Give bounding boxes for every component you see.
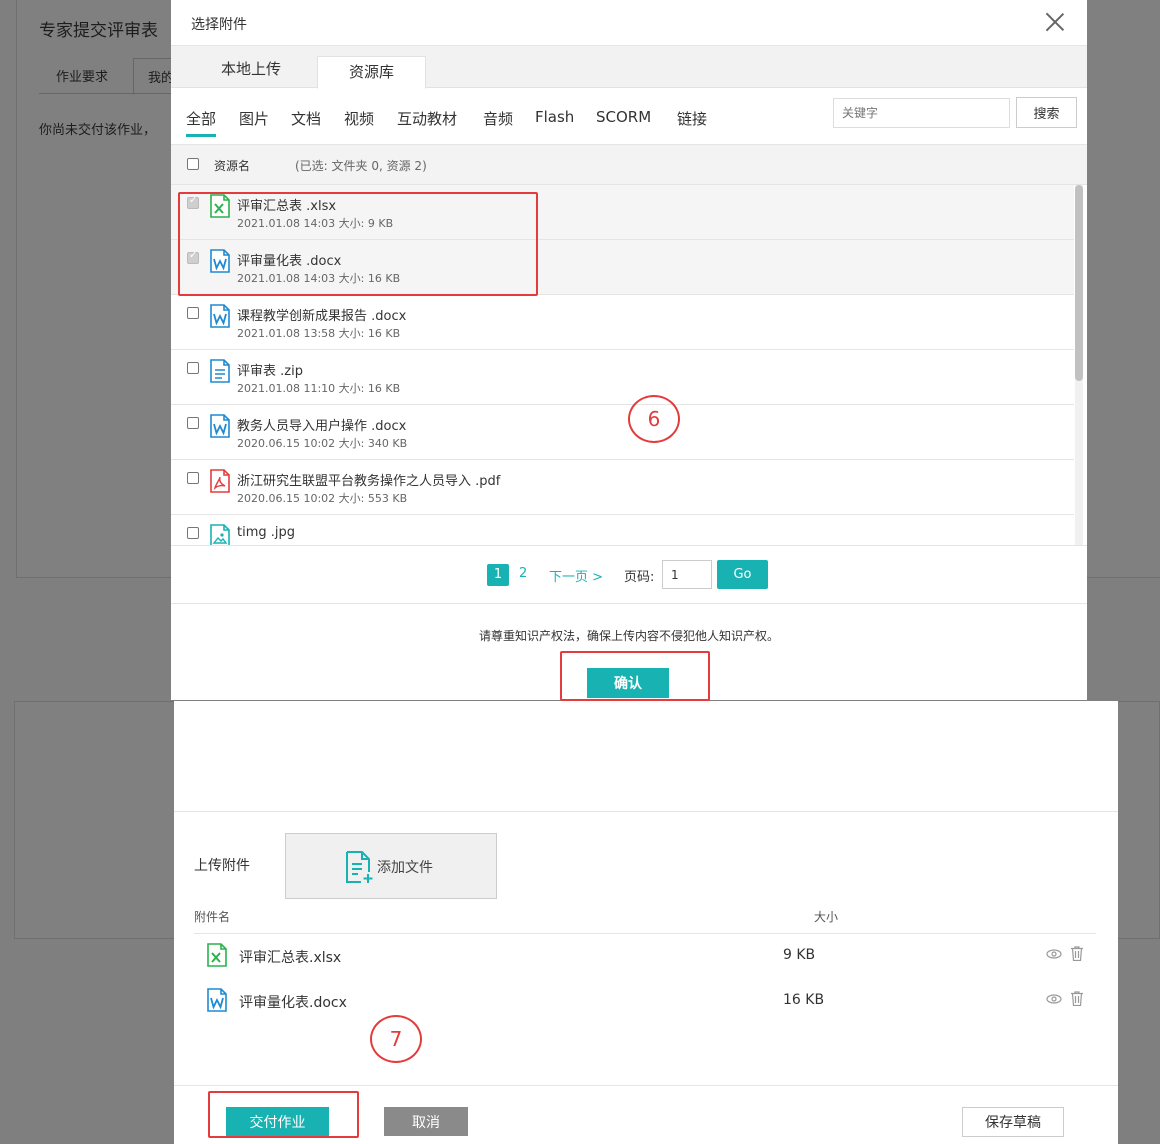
filter-documents[interactable]: 文档 xyxy=(291,108,321,129)
word-icon xyxy=(210,414,230,438)
file-name: 评审量化表 .docx xyxy=(237,254,342,269)
tab-assignment-requirements[interactable]: 作业要求 xyxy=(56,66,108,85)
file-name: 评审汇总表 .xlsx xyxy=(237,199,337,214)
file-name: timg .jpg xyxy=(237,525,296,540)
file-name: 评审表 .zip xyxy=(237,364,303,379)
column-resource-name: 资源名 xyxy=(214,159,251,173)
file-meta: 2021.01.08 14:03 大小: 9 KB xyxy=(237,217,394,230)
filter-flash[interactable]: Flash xyxy=(535,108,574,126)
tab-local-upload[interactable]: 本地上传 xyxy=(221,58,281,79)
filter-all[interactable]: 全部 xyxy=(186,108,217,137)
list-item[interactable]: 教务人员导入用户操作 .docx 2020.06.15 10:02 大小: 34… xyxy=(171,405,1074,460)
add-file-label: 添加文件 xyxy=(377,860,433,876)
keyword-input[interactable] xyxy=(833,98,1010,128)
filter-links[interactable]: 链接 xyxy=(677,108,707,129)
not-submitted-message: 你尚未交付该作业， xyxy=(39,123,157,138)
filter-interactive[interactable]: 互动教材 xyxy=(397,108,457,129)
row-checkbox[interactable] xyxy=(187,307,199,319)
copyright-notice: 请尊重知识产权法，确保上传内容不侵犯他人知识产权。 xyxy=(478,629,779,643)
page-1[interactable]: 1 xyxy=(487,564,509,586)
page-number-input[interactable] xyxy=(662,560,712,589)
selected-count: (已选: 文件夹 0, 资源 2) xyxy=(295,159,427,173)
list-item[interactable]: 评审汇总表 .xlsx 2021.01.08 14:03 大小: 9 KB xyxy=(171,185,1074,240)
select-attachment-dialog: 选择附件 本地上传 资源库 全部 图片 文档 视频 互动教材 音频 Flash … xyxy=(171,0,1087,700)
word-icon xyxy=(210,249,230,273)
file-name: 课程教学创新成果报告 .docx xyxy=(237,309,407,324)
attachment-size: 16 KB xyxy=(783,992,825,1008)
row-checkbox[interactable] xyxy=(187,472,199,484)
go-button[interactable]: Go xyxy=(717,560,768,589)
dialog-title: 选择附件 xyxy=(191,17,247,33)
word-icon xyxy=(207,988,227,1012)
search-button[interactable]: 搜索 xyxy=(1016,97,1077,128)
excel-icon xyxy=(210,194,230,218)
table-row: 评审汇总表.xlsx 9 KB xyxy=(194,935,1096,975)
list-item[interactable]: 课程教学创新成果报告 .docx 2021.01.08 13:58 大小: 16… xyxy=(171,295,1074,350)
row-checkbox[interactable] xyxy=(187,417,199,429)
eye-icon[interactable] xyxy=(1046,949,1062,959)
submission-form: 上传附件 添加文件 附件名 大小 评审汇总表.xlsx 9 KB 评审量化表.d… xyxy=(174,701,1118,1144)
select-all-checkbox[interactable] xyxy=(187,158,199,170)
page-title: 专家提交评审表 xyxy=(39,21,158,41)
table-row: 评审量化表.docx 16 KB xyxy=(194,980,1096,1020)
attachment-name: 评审量化表.docx xyxy=(239,995,347,1011)
step-7-marker: 7 xyxy=(370,1015,422,1063)
scroll-thumb[interactable] xyxy=(1075,185,1083,381)
add-file-button[interactable]: 添加文件 xyxy=(285,833,497,899)
resource-file-list: 评审汇总表 .xlsx 2021.01.08 14:03 大小: 9 KB 评审… xyxy=(171,185,1087,546)
file-name: 教务人员导入用户操作 .docx xyxy=(237,419,407,434)
file-meta: 2021.01.08 14:03 大小: 16 KB xyxy=(237,272,401,285)
page-number-label: 页码: xyxy=(624,570,655,585)
resource-list-header: 资源名 (已选: 文件夹 0, 资源 2) xyxy=(171,145,1087,185)
row-checkbox[interactable] xyxy=(187,527,199,539)
filter-audio[interactable]: 音频 xyxy=(483,108,513,129)
page-2[interactable]: 2 xyxy=(519,566,527,581)
step-6-marker: 6 xyxy=(628,395,680,443)
column-size: 大小 xyxy=(814,910,839,924)
word-icon xyxy=(210,304,230,328)
attachment-size: 9 KB xyxy=(783,947,816,963)
trash-icon[interactable] xyxy=(1071,991,1083,1006)
row-checkbox[interactable] xyxy=(187,195,199,209)
next-page-link[interactable]: 下一页 > xyxy=(549,566,603,585)
column-attachment-name: 附件名 xyxy=(194,910,231,924)
excel-icon xyxy=(207,943,227,967)
list-item[interactable]: 评审量化表 .docx 2021.01.08 14:03 大小: 16 KB xyxy=(171,240,1074,295)
confirm-button[interactable]: 确认 xyxy=(587,668,669,698)
divider xyxy=(174,811,1118,812)
tab-resource-library[interactable]: 资源库 xyxy=(317,56,427,89)
image-icon xyxy=(210,524,230,545)
add-file-icon xyxy=(346,851,373,883)
divider xyxy=(194,933,1096,934)
divider xyxy=(174,1085,1118,1086)
attachment-name: 评审汇总表.xlsx xyxy=(239,950,342,966)
pdf-icon xyxy=(210,469,230,493)
save-draft-button[interactable]: 保存草稿 xyxy=(962,1107,1064,1137)
filter-bar: 全部 图片 文档 视频 互动教材 音频 Flash SCORM 链接 搜索 xyxy=(171,88,1087,145)
dialog-header: 选择附件 xyxy=(171,0,1087,46)
close-icon[interactable] xyxy=(1043,10,1067,34)
filter-scorm[interactable]: SCORM xyxy=(596,108,651,126)
row-checkbox[interactable] xyxy=(187,250,199,264)
eye-icon[interactable] xyxy=(1046,994,1062,1004)
document-icon xyxy=(210,359,230,383)
file-meta: 2021.01.08 11:10 大小: 16 KB xyxy=(237,382,401,395)
upload-source-tabs: 本地上传 资源库 xyxy=(171,46,1087,89)
cancel-button[interactable]: 取消 xyxy=(384,1107,468,1136)
file-name: 浙江研究生联盟平台教务操作之人员导入 .pdf xyxy=(237,474,501,489)
list-item[interactable]: 评审表 .zip 2021.01.08 11:10 大小: 16 KB xyxy=(171,350,1074,405)
file-meta: 2020.06.15 10:02 大小: 553 KB xyxy=(237,492,408,505)
list-item[interactable]: 浙江研究生联盟平台教务操作之人员导入 .pdf 2020.06.15 10:02… xyxy=(171,460,1074,515)
filter-videos[interactable]: 视频 xyxy=(344,108,374,129)
list-item[interactable]: timg .jpg xyxy=(171,515,1074,545)
file-meta: 2021.01.08 13:58 大小: 16 KB xyxy=(237,327,401,340)
file-meta: 2020.06.15 10:02 大小: 340 KB xyxy=(237,437,408,450)
pagination: 1 2 下一页 > 页码: Go xyxy=(171,547,1087,604)
trash-icon[interactable] xyxy=(1071,946,1083,961)
filter-images[interactable]: 图片 xyxy=(239,108,269,129)
upload-attachment-label: 上传附件 xyxy=(194,858,250,874)
submit-assignment-button[interactable]: 交付作业 xyxy=(226,1107,329,1136)
row-checkbox[interactable] xyxy=(187,362,199,374)
list-scrollbar[interactable] xyxy=(1075,185,1083,545)
